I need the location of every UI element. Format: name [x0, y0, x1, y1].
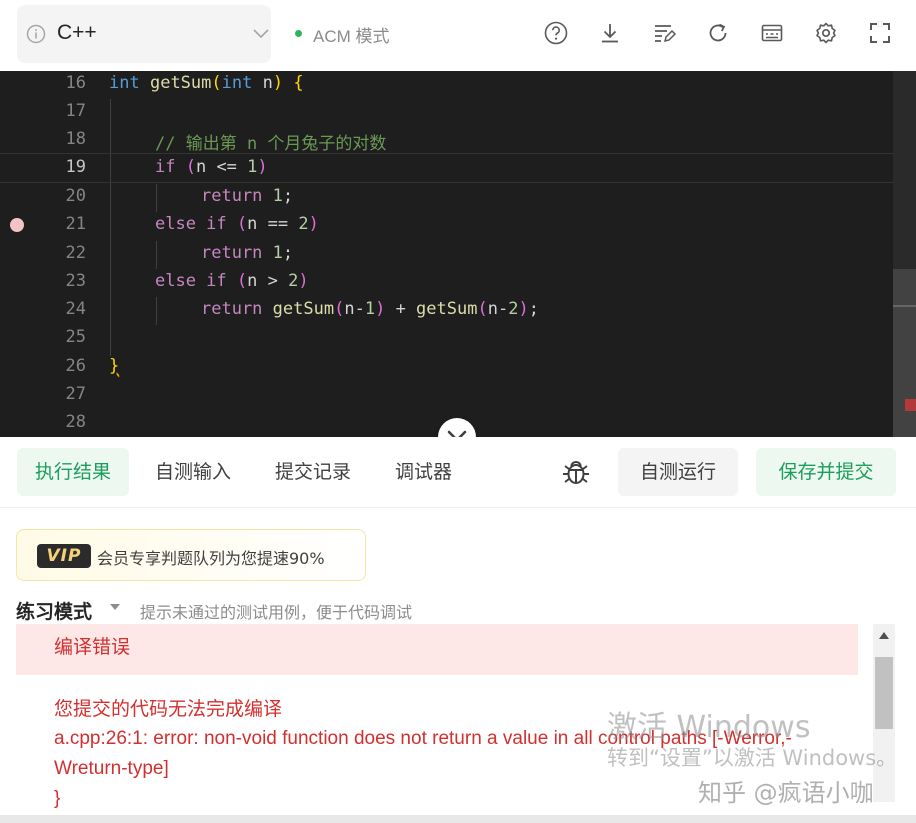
scrollbar-error-marker [905, 399, 916, 411]
fullscreen-icon[interactable] [867, 20, 893, 46]
line-number: 17 [65, 101, 86, 121]
line-number: 28 [65, 412, 86, 432]
bottom-edge [0, 815, 916, 823]
editor-toolbar: C++ ACM 模式 [0, 0, 916, 71]
chevron-down-icon [253, 29, 269, 39]
tab-result[interactable]: 执行结果 [17, 448, 130, 496]
code-line[interactable]: 22 return 1; [0, 241, 893, 269]
vip-text: 会员专享判题队列为您提速90% [97, 549, 325, 568]
windows-activation-title: 激活 Windows [607, 710, 811, 745]
language-select[interactable]: C++ [17, 5, 271, 63]
code-text: if (n <= 1) [155, 157, 268, 177]
practice-mode-hint: 提示未通过的测试用例，便于代码调试 [140, 603, 413, 622]
vip-badge: VIP [37, 544, 91, 568]
line-number: 19 [65, 157, 86, 177]
help-icon[interactable] [543, 20, 569, 46]
language-label: C++ [57, 21, 97, 44]
code-text: int getSum(int n) { [109, 73, 304, 93]
download-icon[interactable] [597, 20, 623, 46]
result-scrollbar-thumb[interactable] [875, 657, 893, 729]
code-line[interactable]: 20 return 1; [0, 184, 893, 212]
code-line[interactable]: 27 [0, 382, 893, 410]
scroll-up-icon[interactable] [879, 632, 889, 639]
tab-debugger[interactable]: 调试器 [377, 448, 470, 496]
error-status-banner: 编译错误 [16, 624, 858, 675]
code-line[interactable]: 23 else if (n > 2) [0, 269, 893, 297]
code-line[interactable]: 24 return getSum(n-1) + getSum(n-2); [0, 297, 893, 325]
code-line[interactable]: 25 [0, 325, 893, 353]
result-scrollbar[interactable] [873, 624, 895, 802]
code-text: return getSum(n-1) + getSum(n-2); [201, 299, 539, 319]
code-comment: // 输出第 n 个月兔子的对数 [155, 134, 387, 154]
run-test-button[interactable]: 自测运行 [618, 448, 738, 496]
code-text: return 1; [201, 243, 294, 263]
reset-icon[interactable] [705, 20, 731, 46]
line-number: 25 [65, 327, 86, 347]
bug-icon[interactable] [560, 456, 592, 488]
line-number: 20 [65, 186, 86, 206]
windows-activation-hint: 转到“设置”以激活 Windows。 [607, 746, 898, 770]
code-text: else if (n == 2) [155, 214, 319, 234]
settings-icon[interactable] [813, 20, 839, 46]
tab-submissions[interactable]: 提交记录 [257, 448, 369, 496]
caret-down-icon[interactable] [110, 604, 120, 610]
code-line[interactable]: 17 [0, 99, 893, 127]
mode-status-dot [295, 30, 302, 37]
code-line[interactable]: 21 else if (n == 2) [0, 212, 893, 240]
code-editor[interactable]: 16 int getSum(int n) { 17 18 // 输出第 n 个月… [0, 71, 916, 437]
keyboard-shortcut-icon[interactable] [759, 20, 785, 46]
zhihu-watermark: 知乎 @疯语小咖 [698, 779, 874, 807]
mode-label[interactable]: ACM 模式 [313, 22, 390, 47]
format-code-icon[interactable] [651, 20, 677, 46]
vip-banner[interactable]: VIP 会员专享判题队列为您提速90% [16, 529, 366, 581]
line-number: 21 [65, 214, 86, 234]
editor-scrollbar-thumb[interactable] [893, 269, 916, 437]
info-icon [26, 24, 46, 44]
line-number: 23 [65, 271, 86, 291]
line-number: 18 [65, 129, 86, 149]
result-panel-tabs: 执行结果 自测输入 提交记录 调试器 自测运行 保存并提交 [0, 437, 916, 508]
code-line[interactable]: 16 int getSum(int n) { [0, 71, 893, 99]
code-line[interactable]: 26 } [0, 354, 893, 382]
error-status: 编译错误 [54, 636, 131, 658]
save-submit-button[interactable]: 保存并提交 [756, 448, 896, 496]
code-text: else if (n > 2) [155, 271, 309, 291]
code-text: } [109, 356, 120, 376]
line-number: 24 [65, 299, 86, 319]
line-number: 22 [65, 243, 86, 263]
code-line-current[interactable]: 19 if (n <= 1) [0, 153, 893, 183]
tab-custom-input[interactable]: 自测输入 [137, 448, 249, 496]
line-number: 26 [65, 356, 86, 376]
scrollbar-cursor-marker [893, 305, 916, 307]
editor-scrollbar[interactable] [893, 71, 916, 437]
breakpoint-icon[interactable] [10, 218, 24, 232]
line-number: 27 [65, 384, 86, 404]
line-number: 16 [65, 73, 86, 93]
code-line[interactable]: 18 // 输出第 n 个月兔子的对数 [0, 127, 893, 155]
code-text: return 1; [201, 186, 294, 206]
practice-mode-dropdown[interactable]: 练习模式 [16, 597, 92, 624]
